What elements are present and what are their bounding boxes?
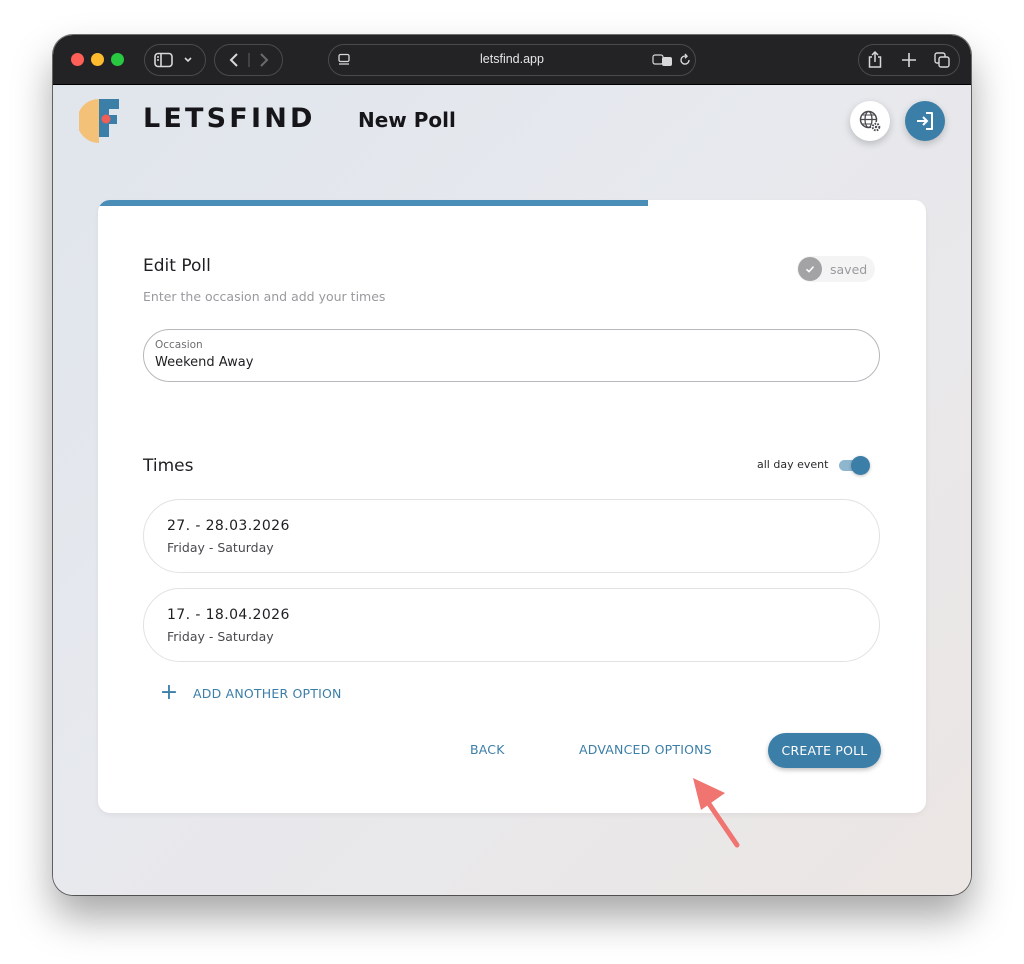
occasion-value[interactable]: Weekend Away bbox=[155, 355, 253, 370]
advanced-options-button[interactable]: ADVANCED OPTIONS bbox=[579, 742, 712, 757]
url-text: letsfind.app bbox=[480, 52, 544, 66]
occasion-input[interactable]: Occasion Weekend Away bbox=[143, 329, 880, 382]
sidebar-icon bbox=[154, 52, 192, 68]
sidebar-toggle-button[interactable] bbox=[144, 44, 206, 76]
nav-arrows-icon bbox=[229, 53, 268, 67]
toolbar-actions-icons bbox=[868, 50, 950, 68]
all-day-label: all day event bbox=[757, 458, 829, 471]
check-icon bbox=[798, 257, 822, 281]
globe-gear-icon bbox=[859, 110, 881, 132]
close-window-button[interactable] bbox=[71, 53, 84, 66]
time-option-date: 27. - 28.03.2026 bbox=[167, 518, 290, 534]
create-poll-button[interactable]: CREATE POLL bbox=[768, 733, 881, 768]
annotation-arrow-icon bbox=[693, 778, 740, 848]
new-tab-icon[interactable] bbox=[902, 53, 916, 67]
reload-icon[interactable] bbox=[678, 53, 692, 67]
browser-window: letsfind.app LETSFIND New Poll Edit Poll… bbox=[53, 35, 971, 895]
saved-label: saved bbox=[830, 261, 868, 277]
times-title: Times bbox=[143, 456, 194, 476]
time-option-days: Friday - Saturday bbox=[167, 540, 274, 555]
share-icon[interactable] bbox=[868, 50, 882, 68]
progress-fill bbox=[98, 200, 648, 206]
app-header: LETSFIND New Poll bbox=[53, 85, 971, 165]
card-subtitle: Enter the occasion and add your times bbox=[143, 289, 386, 304]
history-nav bbox=[214, 44, 283, 76]
time-option[interactable]: 27. - 28.03.2026 Friday - Saturday bbox=[143, 499, 880, 573]
login-arrow-icon bbox=[917, 112, 933, 130]
toolbar-actions bbox=[858, 44, 960, 76]
back-button[interactable]: BACK bbox=[470, 742, 505, 757]
occasion-label: Occasion bbox=[155, 339, 203, 351]
login-button[interactable] bbox=[905, 101, 945, 141]
minimize-window-button[interactable] bbox=[91, 53, 104, 66]
fullscreen-window-button[interactable] bbox=[111, 53, 124, 66]
letsfind-logo-icon[interactable] bbox=[79, 97, 125, 145]
time-option-days: Friday - Saturday bbox=[167, 629, 274, 644]
saved-status-badge: saved bbox=[797, 256, 875, 282]
translate-icon[interactable] bbox=[652, 53, 674, 67]
browser-toolbar: letsfind.app bbox=[53, 35, 971, 85]
time-option-date: 17. - 18.04.2026 bbox=[167, 607, 290, 623]
plus-icon: + bbox=[159, 680, 179, 705]
edit-poll-card: Edit Poll Enter the occasion and add you… bbox=[98, 200, 926, 813]
page-title: New Poll bbox=[358, 108, 456, 132]
language-settings-button[interactable] bbox=[850, 101, 890, 141]
time-option[interactable]: 17. - 18.04.2026 Friday - Saturday bbox=[143, 588, 880, 662]
address-bar[interactable]: letsfind.app bbox=[328, 44, 696, 76]
brand-name[interactable]: LETSFIND bbox=[143, 103, 316, 134]
progress-bar bbox=[98, 200, 926, 206]
card-title: Edit Poll bbox=[143, 256, 211, 276]
all-day-toggle[interactable] bbox=[839, 456, 871, 475]
tab-overview-icon[interactable] bbox=[934, 52, 950, 68]
add-another-option-button[interactable]: + ADD ANOTHER OPTION bbox=[159, 680, 342, 705]
add-option-label: ADD ANOTHER OPTION bbox=[193, 685, 342, 701]
toggle-knob bbox=[851, 456, 870, 475]
